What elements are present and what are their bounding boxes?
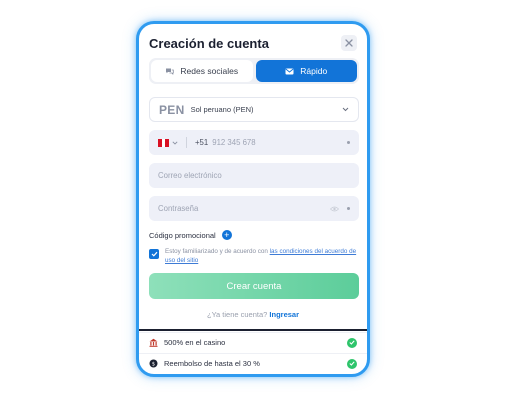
tab-fast[interactable]: Rápido (255, 60, 357, 82)
phone-field[interactable]: +51 912 345 678 (149, 130, 359, 155)
create-account-button[interactable]: Crear cuenta (149, 273, 359, 299)
field-separator (186, 137, 187, 148)
checkmark-icon (151, 251, 157, 257)
chevron-down-icon (172, 140, 178, 145)
bonus-casino-label: 500% en el casino (164, 338, 226, 347)
terms-agreement: Estoy familiarizado y de acuerdo con las… (149, 248, 359, 265)
password-field[interactable]: Contraseña (149, 196, 359, 221)
promo-code-toggle[interactable]: Código promocional + (149, 230, 232, 240)
tab-social-label: Redes sociales (180, 66, 239, 76)
close-icon (345, 39, 353, 47)
terms-checkbox[interactable] (149, 249, 159, 259)
svg-text:$: $ (152, 361, 155, 367)
promo-code-label: Código promocional (149, 230, 216, 240)
login-prompt: ¿Ya tiene cuenta? Ingresar (139, 310, 367, 319)
section-divider (139, 329, 367, 331)
bonus-cashback-label: Reembolso de hasta el 30 % (164, 359, 260, 368)
peru-flag-icon[interactable] (158, 138, 170, 147)
currency-name: Sol peruano (PEN) (190, 105, 254, 114)
bonus-cashback: $ Reembolso de hasta el 30 % (139, 353, 367, 373)
email-placeholder: Correo electrónico (158, 171, 222, 180)
required-dot (347, 141, 350, 144)
chevron-down-icon (342, 107, 349, 112)
envelope-icon (285, 68, 294, 74)
check-circle-icon (347, 337, 357, 348)
registration-tabs: Redes sociales Rápido (149, 58, 359, 84)
login-question: ¿Ya tiene cuenta? (206, 310, 268, 319)
close-button[interactable] (341, 35, 357, 51)
required-dot (347, 207, 350, 210)
cashback-icon: $ (149, 359, 158, 368)
check-circle-icon (347, 358, 357, 369)
eye-icon[interactable] (330, 206, 339, 212)
email-field[interactable]: Correo electrónico (149, 163, 359, 188)
password-placeholder: Contraseña (158, 204, 199, 213)
phone-placeholder: 912 345 678 (212, 138, 256, 147)
plus-icon[interactable]: + (221, 230, 232, 240)
terms-intro: Estoy familiarizado y de acuerdo con (165, 248, 268, 255)
bonus-casino: 500% en el casino (139, 332, 367, 352)
casino-icon (149, 338, 158, 347)
tab-fast-label: Rápido (300, 66, 328, 76)
currency-select[interactable]: PEN Sol peruano (PEN) (149, 97, 359, 122)
phone-prefix: +51 (195, 138, 209, 147)
login-link[interactable]: Ingresar (269, 310, 299, 319)
chat-icon (166, 68, 175, 75)
currency-code: PEN (159, 102, 185, 117)
registration-modal: Creación de cuenta Redes sociales Rápido… (136, 21, 370, 377)
modal-title: Creación de cuenta (149, 36, 269, 51)
terms-text: Estoy familiarizado y de acuerdo con las… (165, 248, 359, 265)
tab-social-networks[interactable]: Redes sociales (151, 60, 253, 82)
